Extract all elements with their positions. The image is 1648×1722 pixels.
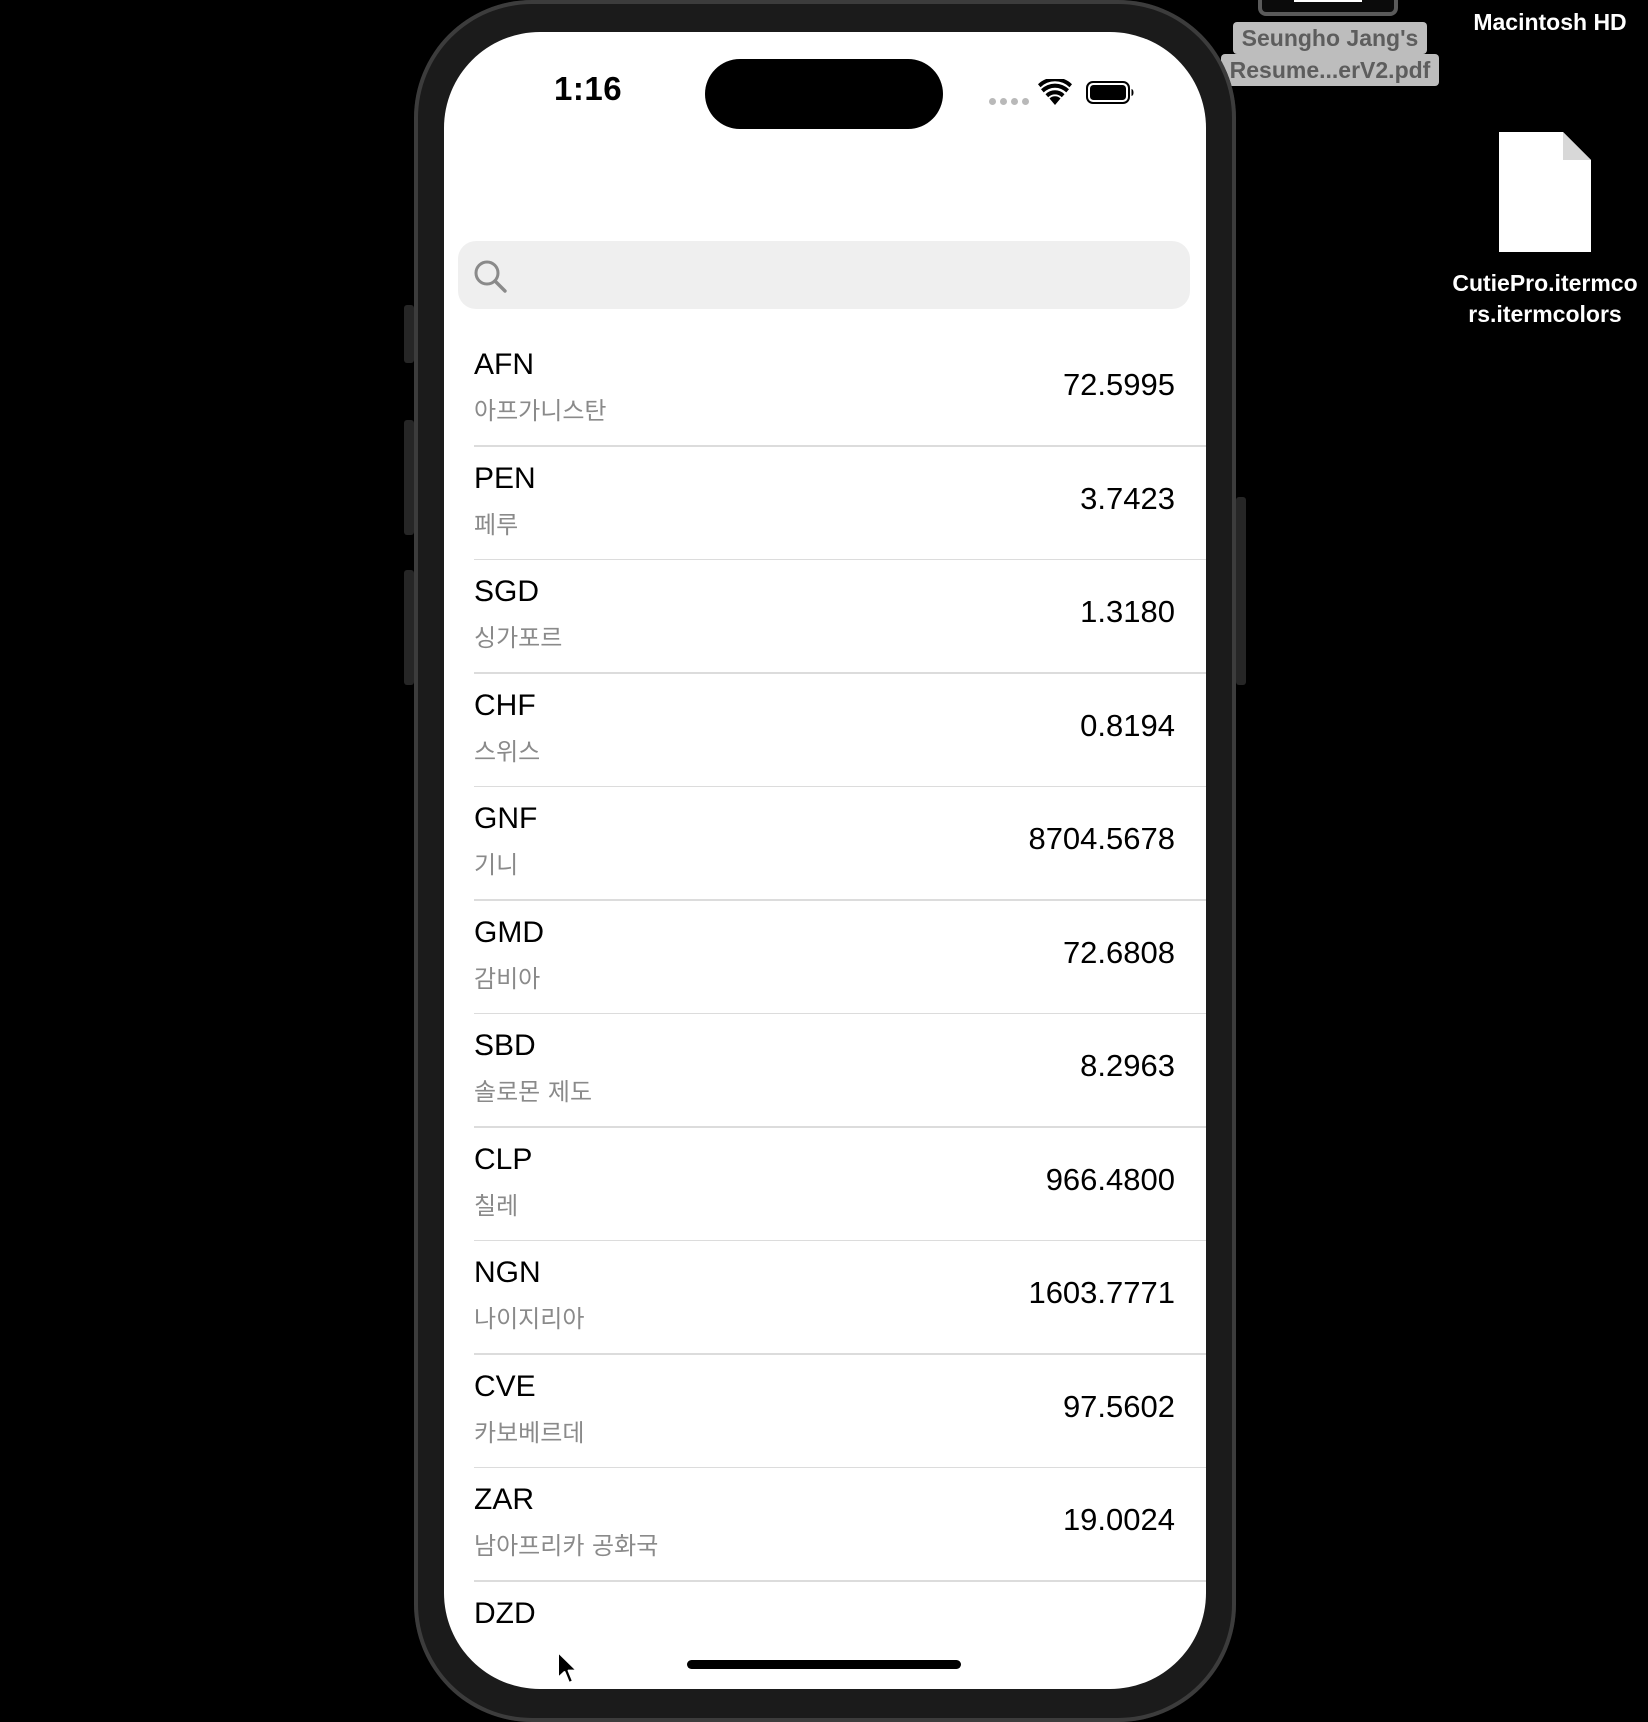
exchange-rate: 1603.7771 — [1028, 1275, 1175, 1310]
currency-row[interactable]: SBD 솔로몬 제도 8.2963 — [444, 1014, 1206, 1128]
currency-row[interactable]: CVE 카보베르데 97.5602 — [444, 1355, 1206, 1469]
home-indicator[interactable] — [687, 1660, 961, 1669]
country-name: 나이지리아 — [474, 1305, 585, 1333]
dynamic-island — [705, 59, 943, 129]
exchange-rate: 1.3180 — [1080, 594, 1175, 629]
pdf-thumbnail-icon — [1258, 0, 1398, 16]
pdf-label-line1: Seungho Jang's — [1232, 22, 1428, 54]
desktop-item-label: CutiePro.itermco rs.itermcolors — [1440, 268, 1648, 330]
country-name: 카보베르데 — [474, 1418, 585, 1447]
battery-icon — [1086, 81, 1134, 104]
country-name: 솔로몬 제도 — [474, 1078, 593, 1106]
exchange-rate: 72.5995 — [1062, 367, 1175, 402]
action-button[interactable] — [404, 305, 414, 363]
wifi-icon — [1038, 79, 1072, 105]
phone-screen: 1:16 AFN 아프가니스탄 72.5995 PEN 페루 3.7423 SGD 싱가포르 1… — [444, 32, 1206, 1689]
currency-code: SBD — [474, 1029, 536, 1062]
desktop-item-macintosh-hd[interactable]: Macintosh HD — [1460, 8, 1640, 36]
currency-code: GMD — [474, 915, 544, 949]
desktop-item-label: Macintosh HD — [1473, 9, 1627, 35]
country-name: 칠레 — [474, 1191, 519, 1220]
currency-row[interactable]: PEN 페루 3.7423 — [444, 447, 1206, 561]
currency-code: GNF — [474, 802, 538, 835]
currency-code: SGD — [474, 575, 540, 608]
exchange-rate: 8.2963 — [1080, 1048, 1175, 1083]
currency-code: ZAR — [474, 1483, 534, 1516]
volume-down-button[interactable] — [404, 570, 414, 685]
desktop-item-itermcolors-file[interactable]: CutiePro.itermco rs.itermcolors — [1440, 132, 1648, 330]
search-input[interactable] — [520, 241, 1170, 309]
currency-code: AFN — [474, 348, 534, 381]
exchange-rate: 8704.5678 — [1028, 821, 1175, 856]
currency-row[interactable]: NGN 나이지리아 1603.7771 — [444, 1241, 1206, 1355]
exchange-rate: 19.0024 — [1062, 1502, 1175, 1537]
currency-code: CVE — [474, 1369, 536, 1403]
currency-code: DZD — [474, 1596, 536, 1630]
country-name: 스위스 — [474, 737, 541, 766]
status-time: 1:16 — [554, 70, 623, 107]
currency-row[interactable]: AFN 아프가니스탄 72.5995 — [444, 333, 1206, 447]
search-bar[interactable] — [458, 241, 1190, 309]
currency-code: NGN — [474, 1256, 541, 1289]
currency-row[interactable]: ZAR 남아프리카 공화국 19.0024 — [444, 1468, 1206, 1582]
currency-row[interactable]: GNF 기니 8704.5678 — [444, 787, 1206, 901]
exchange-rate: 97.5602 — [1062, 1388, 1175, 1424]
desktop-item-label: Seungho Jang's Resume...erV2.pdf — [1200, 22, 1460, 86]
search-icon — [474, 260, 507, 293]
file-label-line1: CutiePro.itermco — [1452, 270, 1638, 296]
power-button[interactable] — [1236, 497, 1246, 685]
country-name: 감비아 — [474, 964, 541, 993]
pdf-label-line2: Resume...erV2.pdf — [1220, 54, 1440, 86]
mouse-cursor-icon — [557, 1651, 578, 1684]
exchange-rate: 0.8194 — [1080, 707, 1175, 743]
exchange-rate: 966.4800 — [1045, 1161, 1175, 1197]
currency-list[interactable]: AFN 아프가니스탄 72.5995 PEN 페루 3.7423 SGD 싱가포르 1.3180… — [444, 333, 1206, 1689]
cellular-signal-icon — [989, 98, 1029, 106]
volume-up-button[interactable] — [404, 420, 414, 535]
country-name: 페루 — [474, 510, 519, 539]
country-name: 아프가니스탄 — [474, 397, 607, 425]
currency-code: CHF — [474, 688, 536, 722]
currency-row[interactable]: CLP 칠레 966.4800 — [444, 1128, 1206, 1242]
currency-row[interactable]: GMD 감비아 72.6808 — [444, 901, 1206, 1015]
currency-row[interactable]: SGD 싱가포르 1.3180 — [444, 560, 1206, 674]
currency-code: CLP — [474, 1142, 533, 1176]
file-label-line2: rs.itermcolors — [1468, 301, 1622, 327]
country-name: 남아프리카 공화국 — [474, 1532, 659, 1560]
country-name: 싱가포르 — [474, 624, 563, 652]
document-icon — [1499, 132, 1591, 252]
currency-row[interactable]: CHF 스위스 0.8194 — [444, 674, 1206, 788]
exchange-rate: 72.6808 — [1062, 934, 1175, 970]
country-name: 기니 — [474, 851, 519, 879]
exchange-rate: 3.7423 — [1080, 480, 1175, 516]
currency-code: PEN — [474, 461, 536, 495]
